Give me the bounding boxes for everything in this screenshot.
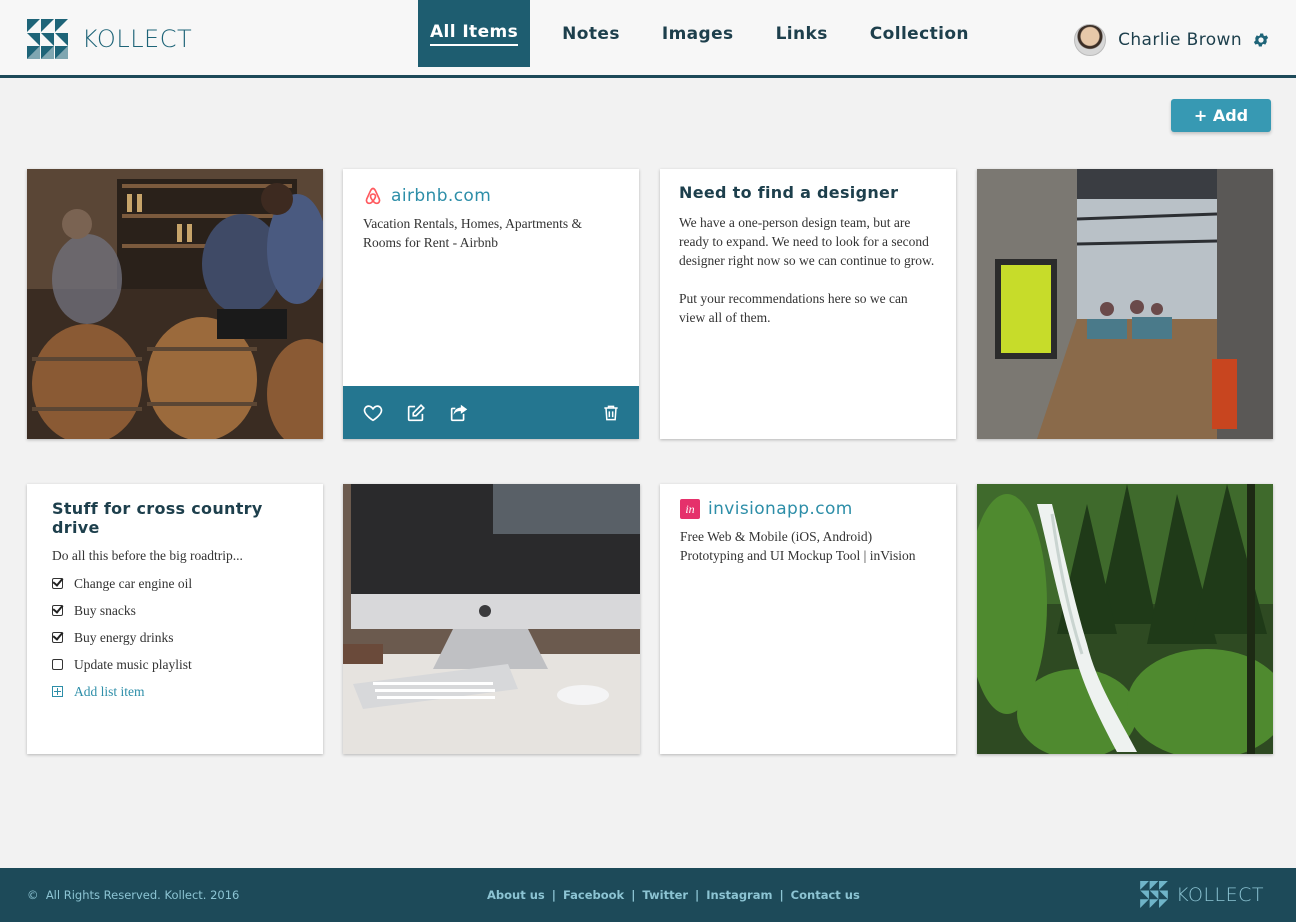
checklist-item-label: Update music playlist xyxy=(74,656,192,672)
main-nav: All Items Notes Images Links Collection xyxy=(418,0,999,75)
card-action-bar xyxy=(343,386,639,439)
trash-icon[interactable] xyxy=(601,402,621,424)
image-card-waterfall[interactable] xyxy=(977,484,1273,754)
checkbox-icon[interactable] xyxy=(52,605,63,616)
link-description: Vacation Rentals, Homes, Apartments & Ro… xyxy=(363,216,582,250)
kollect-logo-icon xyxy=(27,19,68,59)
tab-collection[interactable]: Collection xyxy=(858,0,981,67)
image-card-desk[interactable] xyxy=(343,484,640,754)
checklist-item-label: Buy snacks xyxy=(74,602,136,618)
tab-links[interactable]: Links xyxy=(764,0,840,67)
svg-text:in: in xyxy=(685,502,694,516)
airbnb-icon xyxy=(365,187,381,205)
avatar[interactable] xyxy=(1074,24,1107,56)
user-name[interactable]: Charlie Brown xyxy=(1118,30,1242,50)
checklist-item[interactable]: Update music playlist xyxy=(27,651,323,678)
link-card-invision[interactable]: in invisionapp.com Free Web & Mobile (iO… xyxy=(660,484,956,754)
plus-square-icon xyxy=(52,686,63,697)
user-menu[interactable]: Charlie Brown xyxy=(1074,24,1270,56)
checklist-title: Stuff for cross country drive xyxy=(52,499,263,537)
app-footer: © All Rights Reserved. Kollect. 2016 Abo… xyxy=(0,868,1296,922)
tab-notes[interactable]: Notes xyxy=(550,0,632,67)
add-list-item-label: Add list item xyxy=(74,683,145,699)
tab-label: Images xyxy=(661,23,734,44)
copyright-icon: © xyxy=(27,888,39,902)
checklist-item[interactable]: Buy energy drinks xyxy=(27,624,323,651)
footer-links: About us | Facebook | Twitter | Instagram | … xyxy=(487,888,860,902)
gear-icon[interactable] xyxy=(1252,31,1270,49)
invision-icon: in xyxy=(680,499,700,519)
tab-label: Notes xyxy=(562,23,620,44)
footer-logo[interactable]: KOLLECT xyxy=(1140,881,1264,908)
checklist-item[interactable]: Buy snacks xyxy=(27,597,323,624)
app-header: KOLLECT All Items Notes Images Links Col… xyxy=(0,0,1296,78)
tab-label: Links xyxy=(775,23,828,44)
link-domain[interactable]: airbnb.com xyxy=(391,186,491,206)
bar-photo xyxy=(27,169,323,439)
note-title: Need to find a designer xyxy=(679,183,899,202)
copyright: © All Rights Reserved. Kollect. 2016 xyxy=(27,888,239,902)
waterfall-photo xyxy=(977,484,1273,754)
checklist-card[interactable]: Stuff for cross country drive Do all thi… xyxy=(27,484,323,754)
brand-name: KOLLECT xyxy=(82,25,193,53)
checkbox-icon[interactable] xyxy=(52,659,63,670)
image-card-bar[interactable] xyxy=(27,169,323,439)
checklist-subtitle: Do all this before the big roadtrip... xyxy=(52,548,243,563)
edit-icon[interactable] xyxy=(405,402,427,424)
desk-photo xyxy=(343,484,640,754)
checklist-item[interactable]: Change car engine oil xyxy=(27,570,323,597)
copyright-text: All Rights Reserved. Kollect. 2016 xyxy=(45,888,240,902)
share-icon[interactable] xyxy=(448,402,470,424)
footer-link-facebook[interactable]: Facebook xyxy=(563,888,624,902)
footer-link-about[interactable]: About us xyxy=(487,888,545,902)
checklist-item-label: Buy energy drinks xyxy=(74,629,174,645)
tab-all-items[interactable]: All Items xyxy=(418,0,531,67)
heart-icon[interactable] xyxy=(362,402,384,424)
note-paragraph: Put your recommendations here so we can … xyxy=(679,291,908,325)
tab-label: Collection xyxy=(869,23,969,44)
link-domain[interactable]: invisionapp.com xyxy=(708,499,853,519)
tab-label: All Items xyxy=(430,22,519,46)
link-card-airbnb[interactable]: airbnb.com Vacation Rentals, Homes, Apar… xyxy=(343,169,639,439)
checkbox-icon[interactable] xyxy=(52,632,63,643)
footer-link-instagram[interactable]: Instagram xyxy=(706,888,772,902)
tab-images[interactable]: Images xyxy=(650,0,746,67)
checklist-item-label: Change car engine oil xyxy=(74,575,193,591)
footer-link-twitter[interactable]: Twitter xyxy=(642,888,688,902)
link-description: Free Web & Mobile (iOS, Android) Prototy… xyxy=(680,529,916,563)
note-body: We have a one-person design team, but ar… xyxy=(660,202,956,327)
footer-brand-name: KOLLECT xyxy=(1176,883,1264,906)
add-button[interactable]: + Add xyxy=(1171,99,1271,132)
kollect-logo-icon xyxy=(1140,881,1168,908)
note-paragraph: We have a one-person design team, but ar… xyxy=(679,215,935,268)
add-list-item-button[interactable]: Add list item xyxy=(27,678,323,705)
office-photo xyxy=(977,169,1273,439)
image-card-office[interactable] xyxy=(977,169,1273,439)
note-card-designer[interactable]: Need to find a designer We have a one-pe… xyxy=(660,169,956,439)
checkbox-icon[interactable] xyxy=(52,578,63,589)
brand-logo[interactable]: KOLLECT xyxy=(27,19,192,59)
footer-link-contact[interactable]: Contact us xyxy=(791,888,860,902)
